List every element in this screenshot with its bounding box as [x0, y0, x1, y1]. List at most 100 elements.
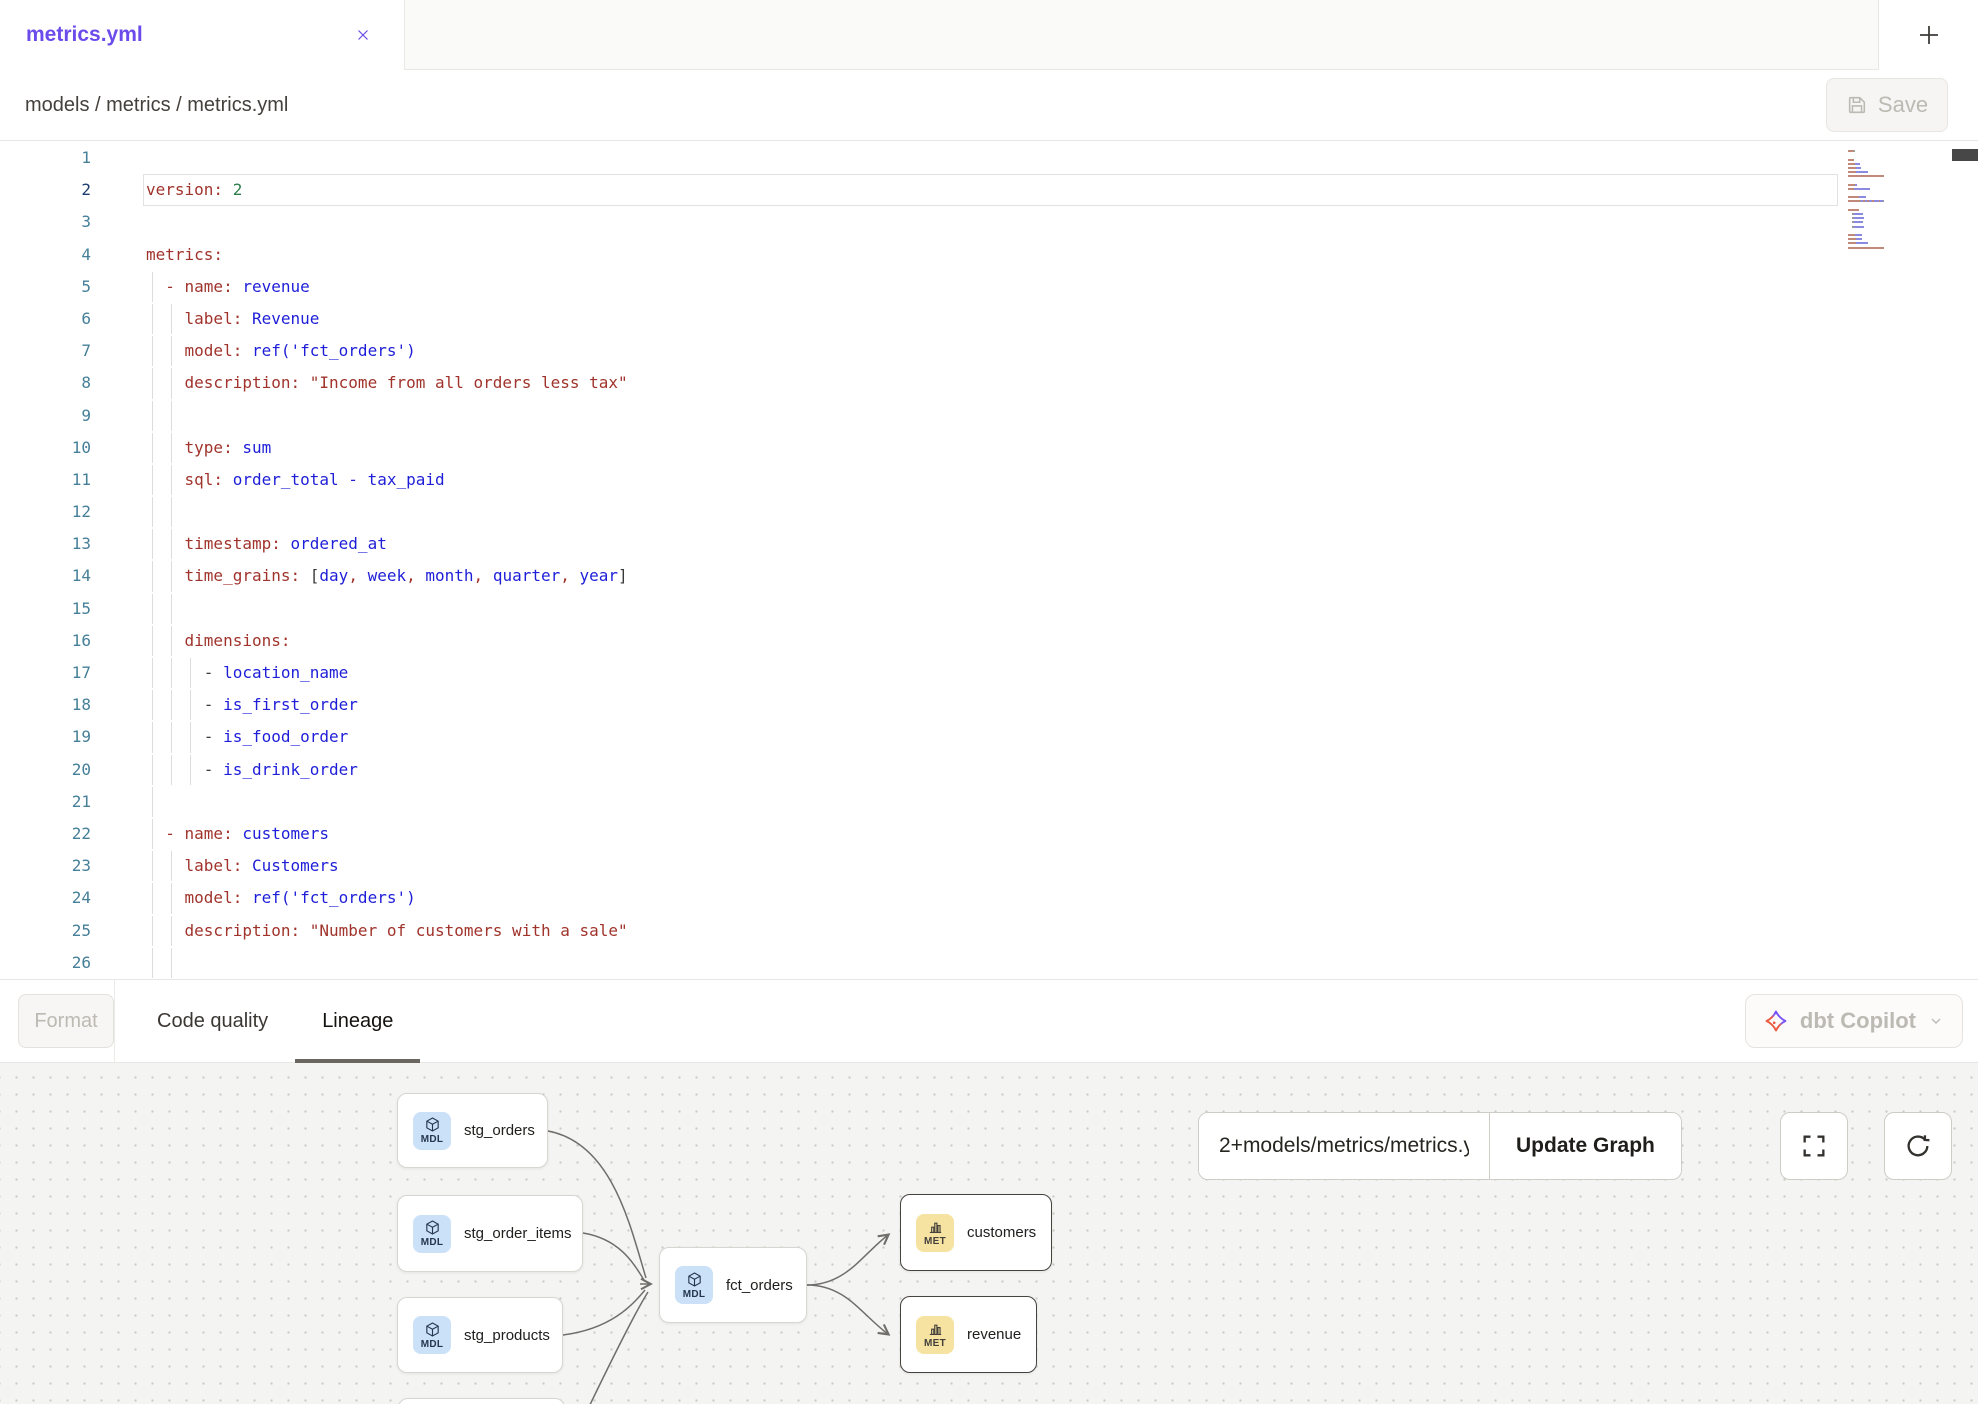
lineage-node-stg_products[interactable]: MDLstg_products — [397, 1297, 563, 1373]
minimap[interactable] — [1843, 143, 1952, 255]
node-label: fct_orders — [726, 1277, 793, 1294]
code-line[interactable]: 11 sql: order_total - tax_paid — [0, 464, 1978, 496]
line-number: 5 — [0, 271, 91, 303]
bottom-toolbar: Format Code quality Lineage dbt Copilot — [0, 979, 1978, 1063]
toolbar-divider — [114, 980, 115, 1062]
dbt-copilot-label: dbt Copilot — [1800, 1008, 1916, 1034]
line-number: 21 — [0, 786, 91, 818]
code-line[interactable]: 6 label: Revenue — [0, 303, 1978, 335]
tab-lineage[interactable]: Lineage — [295, 980, 420, 1062]
bottom-tabs: Code quality Lineage — [130, 980, 420, 1062]
code-line[interactable]: 2version: 2 — [0, 174, 1978, 206]
refresh-icon — [1904, 1132, 1932, 1160]
node-label: stg_orders — [464, 1122, 535, 1139]
code-line[interactable]: 4metrics: — [0, 239, 1978, 271]
lineage-node-stg_orders[interactable]: MDLstg_orders — [397, 1093, 548, 1168]
line-number: 23 — [0, 850, 91, 882]
lineage-filter-group: Update Graph — [1198, 1112, 1682, 1180]
tab-metrics-yml[interactable]: metrics.yml — [0, 0, 405, 70]
bar-chart-icon: MET — [916, 1316, 954, 1354]
tab-strip-empty — [405, 0, 1878, 70]
line-number: 24 — [0, 882, 91, 914]
code-line[interactable]: 8 description: "Income from all orders l… — [0, 367, 1978, 399]
code-line[interactable]: 25 description: "Number of customers wit… — [0, 915, 1978, 947]
new-tab-button[interactable] — [1878, 0, 1978, 70]
line-number: 10 — [0, 432, 91, 464]
code-line[interactable]: 21 — [0, 786, 1978, 818]
code-line[interactable]: 13 timestamp: ordered_at — [0, 528, 1978, 560]
code-line[interactable]: 18 - is_first_order — [0, 689, 1978, 721]
code-line[interactable]: 15 — [0, 593, 1978, 625]
cube-icon: MDL — [413, 1215, 451, 1253]
scrollbar-thumb[interactable] — [1952, 149, 1978, 161]
code-line[interactable]: 24 model: ref('fct_orders') — [0, 882, 1978, 914]
line-number: 14 — [0, 560, 91, 592]
dbt-copilot-icon — [1764, 1009, 1788, 1033]
lineage-node-revenue[interactable]: MET revenue — [900, 1296, 1037, 1373]
code-line[interactable]: 26 — [0, 947, 1978, 979]
code-line[interactable]: 7 model: ref('fct_orders') — [0, 335, 1978, 367]
fullscreen-icon — [1800, 1132, 1828, 1160]
code-line[interactable]: 17 - location_name — [0, 657, 1978, 689]
chevron-down-icon — [1928, 1013, 1944, 1029]
lineage-canvas[interactable]: MDLstg_ordersMDLstg_order_itemsMDLstg_pr… — [0, 1063, 1978, 1404]
code-line[interactable]: 12 — [0, 496, 1978, 528]
line-number: 7 — [0, 335, 91, 367]
line-number: 8 — [0, 367, 91, 399]
node-label: customers — [967, 1224, 1036, 1241]
save-label: Save — [1878, 92, 1928, 118]
line-number: 26 — [0, 947, 91, 979]
refresh-button[interactable] — [1884, 1112, 1952, 1180]
lineage-filter-input[interactable] — [1199, 1113, 1489, 1179]
line-number: 6 — [0, 303, 91, 335]
app-window: metrics.yml models / metrics / metrics.y… — [0, 0, 1978, 1404]
code-line[interactable]: 19 - is_food_order — [0, 721, 1978, 753]
code-line[interactable]: 3 — [0, 206, 1978, 238]
save-icon — [1846, 94, 1868, 116]
line-number: 17 — [0, 657, 91, 689]
breadcrumb: models / metrics / metrics.yml — [25, 94, 288, 117]
code-line[interactable]: 20 - is_drink_order — [0, 754, 1978, 786]
line-number: 16 — [0, 625, 91, 657]
format-button[interactable]: Format — [18, 994, 114, 1048]
code-line[interactable]: 10 type: sum — [0, 432, 1978, 464]
plus-icon — [1916, 22, 1942, 48]
code-line[interactable]: 5 - name: revenue — [0, 271, 1978, 303]
code-line[interactable]: 1 — [0, 142, 1978, 174]
node-label: stg_order_items — [464, 1225, 572, 1242]
close-icon[interactable] — [350, 22, 376, 48]
fullscreen-button[interactable] — [1780, 1112, 1848, 1180]
line-number: 3 — [0, 206, 91, 238]
update-graph-button[interactable]: Update Graph — [1489, 1113, 1681, 1179]
tab-code-quality[interactable]: Code quality — [130, 980, 295, 1062]
line-number: 12 — [0, 496, 91, 528]
line-number: 1 — [0, 142, 91, 174]
node-label: revenue — [967, 1326, 1021, 1343]
line-number: 19 — [0, 721, 91, 753]
node-label: stg_products — [464, 1327, 550, 1344]
save-button[interactable]: Save — [1826, 78, 1948, 132]
code-line[interactable]: 9 — [0, 400, 1978, 432]
cube-icon: MDL — [675, 1266, 713, 1304]
bar-chart-icon: MET — [916, 1214, 954, 1252]
line-number: 25 — [0, 915, 91, 947]
code-line[interactable]: 14 time_grains: [day, week, month, quart… — [0, 560, 1978, 592]
lineage-node-partial[interactable]: MDL — [398, 1398, 565, 1404]
lineage-node-stg_order_items[interactable]: MDL stg_order_items — [397, 1195, 583, 1272]
line-number: 18 — [0, 689, 91, 721]
code-lines[interactable]: 12version: 234metrics:5 - name: revenue6… — [0, 141, 1978, 979]
line-number: 2 — [0, 174, 91, 206]
line-number: 20 — [0, 754, 91, 786]
line-number: 9 — [0, 400, 91, 432]
dbt-copilot-button[interactable]: dbt Copilot — [1745, 994, 1963, 1048]
breadcrumb-bar: models / metrics / metrics.yml Save — [0, 70, 1978, 141]
code-line[interactable]: 22 - name: customers — [0, 818, 1978, 850]
code-line[interactable]: 23 label: Customers — [0, 850, 1978, 882]
lineage-node-customers[interactable]: MET customers — [900, 1194, 1052, 1271]
code-line[interactable]: 16 dimensions: — [0, 625, 1978, 657]
line-number: 22 — [0, 818, 91, 850]
line-number: 13 — [0, 528, 91, 560]
lineage-node-fct_orders[interactable]: MDL fct_orders — [659, 1247, 807, 1323]
code-editor[interactable]: 12version: 234metrics:5 - name: revenue6… — [0, 141, 1978, 979]
line-number: 4 — [0, 239, 91, 271]
